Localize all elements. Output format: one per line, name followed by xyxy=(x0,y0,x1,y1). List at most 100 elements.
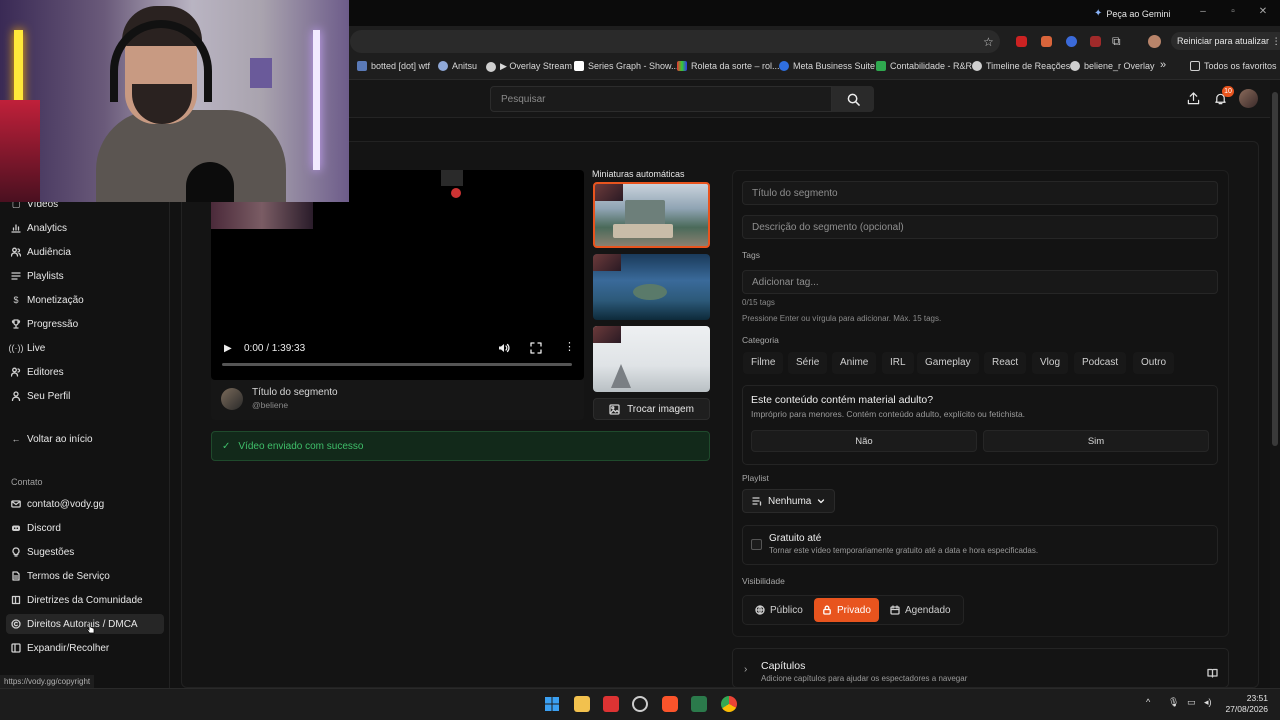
visibility-private-button[interactable]: Privado xyxy=(814,598,879,622)
app-icon[interactable] xyxy=(603,696,619,712)
bookmark[interactable]: Anitsu xyxy=(438,61,477,71)
guidelines-link[interactable]: Diretrizes da Comunidade xyxy=(6,590,164,610)
sidebar-item-monetization[interactable]: $ Monetização xyxy=(6,290,164,310)
sidebar-item-label: Playlists xyxy=(27,270,64,282)
category-chip[interactable]: Série xyxy=(788,352,828,374)
contact-email-link[interactable]: contato@vody.gg xyxy=(6,494,164,514)
sidebar-item-label: Monetização xyxy=(27,294,84,306)
upload-button[interactable] xyxy=(1187,92,1200,110)
category-chip[interactable]: Filme xyxy=(743,352,784,374)
address-bar[interactable] xyxy=(350,30,1000,53)
microphone-icon[interactable]: 🎙 xyxy=(1168,697,1179,708)
chapters-hint: Adicione capítulos para ajudar os espect… xyxy=(761,674,968,683)
app-icon[interactable] xyxy=(632,696,648,712)
volume-icon[interactable]: ◂) xyxy=(1204,697,1212,708)
progress-track[interactable] xyxy=(222,363,572,366)
thumbnail-option[interactable] xyxy=(593,326,710,392)
play-icon[interactable]: ▶ xyxy=(224,343,232,354)
category-chip[interactable]: Podcast xyxy=(1074,352,1127,374)
sidebar-item-editors[interactable]: Editores xyxy=(6,362,164,382)
file-explorer-icon[interactable] xyxy=(574,696,590,712)
bookmark[interactable]: Contabilidade - R&R xyxy=(876,61,972,71)
visibility-public-button[interactable]: Público xyxy=(747,598,811,622)
segment-title-input[interactable]: Título do segmento xyxy=(742,181,1218,205)
brave-browser-icon[interactable] xyxy=(662,696,678,712)
expand-collapse-link[interactable]: Expandir/Recolher xyxy=(6,638,164,658)
book-open-icon[interactable] xyxy=(1207,665,1218,683)
bookmark[interactable]: Meta Business Suite xyxy=(779,61,875,71)
back-home-link[interactable]: ← Voltar ao início xyxy=(6,429,164,449)
dmca-link[interactable]: Direitos Autorais / DMCA xyxy=(6,614,164,634)
contact-item-label: Direitos Autorais / DMCA xyxy=(27,618,138,630)
category-chip[interactable]: Vlog xyxy=(1032,352,1069,374)
bookmark[interactable]: Timeline de Reações xyxy=(972,61,1070,71)
taskbar-clock[interactable]: 23:51 27/08/2026 xyxy=(1222,693,1268,715)
terms-link[interactable]: Termos de Serviço xyxy=(6,566,164,586)
bookmark[interactable]: ▶ Overlay Stream xyxy=(486,61,572,72)
category-chip[interactable]: Outro xyxy=(1133,352,1175,374)
maximize-icon[interactable]: ▫ xyxy=(1228,7,1238,17)
chrome-icon[interactable] xyxy=(721,696,737,712)
suggestions-link[interactable]: Sugestões xyxy=(6,542,164,562)
discord-link[interactable]: Discord xyxy=(6,518,164,538)
mouse-cursor-icon xyxy=(86,621,96,640)
tags-input[interactable]: Adicionar tag... xyxy=(742,270,1218,294)
broadcast-icon: ((·)) xyxy=(8,343,24,353)
all-favorites-button[interactable]: Todos os favoritos xyxy=(1190,61,1277,71)
playlist-dropdown[interactable]: Nenhuma xyxy=(742,489,835,513)
adult-yes-button[interactable]: Sim xyxy=(983,430,1209,452)
more-bookmarks-button[interactable]: » xyxy=(1160,59,1166,71)
search-button[interactable] xyxy=(832,86,874,112)
segment-description-input[interactable]: Descrição do segmento (opcional) xyxy=(742,215,1218,239)
extension-icon[interactable] xyxy=(1041,36,1052,47)
puzzle-icon[interactable]: ⧉ xyxy=(1112,34,1121,49)
extension-icon[interactable] xyxy=(1090,36,1101,47)
sidebar-item-playlists[interactable]: Playlists xyxy=(6,266,164,286)
extension-icon[interactable] xyxy=(1066,36,1077,47)
bookmark-label: Series Graph - Show... xyxy=(588,61,679,71)
sidebar-item-profile[interactable]: Seu Perfil xyxy=(6,386,164,406)
category-chip[interactable]: Gameplay xyxy=(917,352,979,374)
bookmark[interactable]: botted [dot] wtf xyxy=(357,61,430,71)
sidebar-item-progression[interactable]: Progressão xyxy=(6,314,164,334)
clock-time: 23:51 xyxy=(1246,693,1268,703)
free-until-checkbox[interactable] xyxy=(751,539,762,550)
category-chip[interactable]: React xyxy=(984,352,1027,374)
close-icon[interactable]: ✕ xyxy=(1258,7,1268,17)
restart-button[interactable]: Reiniciar para atualizar ⋮ xyxy=(1171,32,1280,50)
microphone xyxy=(186,162,234,202)
search-input[interactable]: Pesquisar xyxy=(490,86,832,112)
bookmark[interactable]: Series Graph - Show... xyxy=(574,61,679,71)
adult-no-button[interactable]: Não xyxy=(751,430,977,452)
minimize-icon[interactable]: – xyxy=(1198,7,1208,17)
sidebar-item-live[interactable]: ((·)) Live xyxy=(6,338,164,358)
sidebar-item-audience[interactable]: Audiência xyxy=(6,242,164,262)
category-chip[interactable]: Anime xyxy=(832,352,877,374)
fullscreen-icon[interactable] xyxy=(530,341,542,359)
chevron-up-icon[interactable]: ^ xyxy=(1146,697,1150,707)
swap-image-button[interactable]: Trocar imagem xyxy=(593,398,710,420)
category-chip[interactable]: IRL xyxy=(882,352,914,374)
arrow-left-icon: ← xyxy=(11,434,21,444)
sidebar-item-analytics[interactable]: Analytics xyxy=(6,218,164,238)
bookmark[interactable]: beliene_r Overlay xyxy=(1070,61,1155,71)
volume-icon[interactable] xyxy=(498,341,510,359)
scrollbar-thumb[interactable] xyxy=(1272,92,1278,446)
thumbnail-option[interactable] xyxy=(593,254,710,320)
network-icon[interactable]: ▭ xyxy=(1187,697,1196,708)
avatar[interactable] xyxy=(1239,89,1258,108)
star-icon[interactable]: ☆ xyxy=(983,35,994,49)
playlist-label: Playlist xyxy=(742,473,769,483)
visibility-scheduled-button[interactable]: Agendado xyxy=(882,598,959,622)
windows-start-icon[interactable] xyxy=(544,696,560,712)
light-bar xyxy=(313,30,320,170)
gemini-button[interactable]: ✦ Peça ao Gemini xyxy=(1094,8,1170,19)
app-icon[interactable] xyxy=(691,696,707,712)
notifications-button[interactable]: 10 xyxy=(1214,86,1234,110)
extension-icon[interactable] xyxy=(1016,36,1027,47)
contact-item-label: Sugestões xyxy=(27,546,75,558)
thumbnail-option[interactable] xyxy=(593,182,710,248)
bookmark[interactable]: Roleta da sorte – rol... xyxy=(677,61,780,71)
more-options-icon[interactable]: ⋮ xyxy=(564,340,575,353)
profile-avatar[interactable] xyxy=(1148,35,1161,48)
